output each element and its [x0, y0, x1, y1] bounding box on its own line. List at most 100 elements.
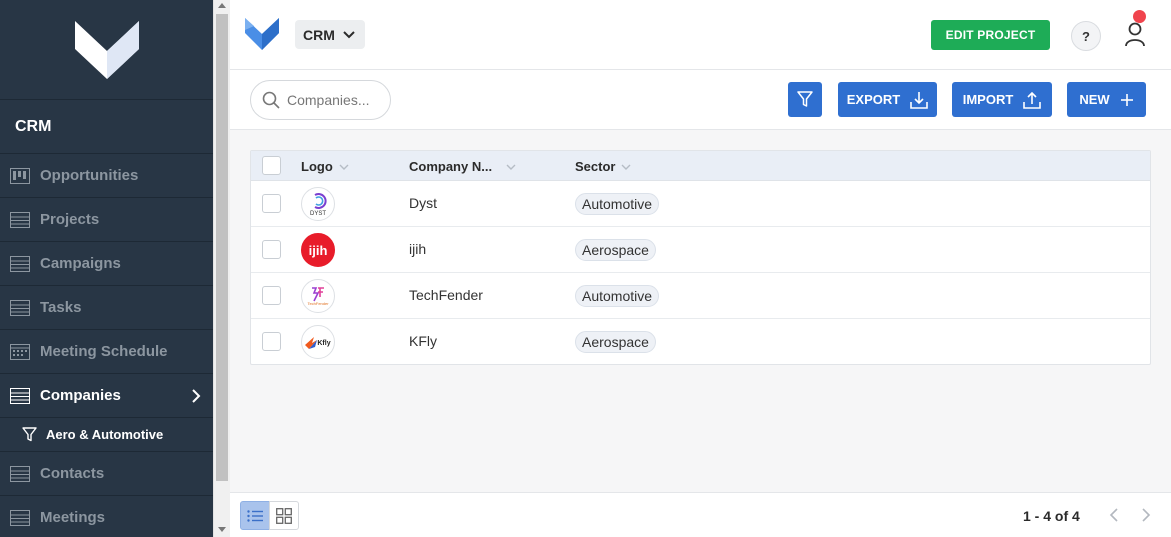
logo-text: DYST — [310, 211, 326, 217]
table-icon — [10, 211, 30, 228]
table-icon — [10, 509, 30, 526]
column-header-logo[interactable]: Logo — [301, 159, 349, 174]
grid-view-icon — [276, 507, 292, 524]
sidebar-item-label: Campaigns — [40, 255, 121, 272]
column-header-label: Logo — [301, 159, 333, 174]
user-icon[interactable] — [1123, 22, 1147, 53]
logo-text: ijih — [308, 242, 328, 258]
footer: 1 - 4 of 4 — [230, 492, 1171, 537]
project-select[interactable]: CRM — [295, 20, 365, 49]
scroll-up-arrow-icon[interactable] — [218, 3, 226, 8]
sidebar-item-tasks[interactable]: Tasks — [0, 286, 213, 330]
sort-chevron-icon — [506, 164, 516, 170]
sidebar-item-contacts[interactable]: Contacts — [0, 452, 213, 496]
sidebar-item-campaigns[interactable]: Campaigns — [0, 242, 213, 286]
sidebar-item-label: Companies — [40, 387, 121, 404]
table-row[interactable]: Kfly KFly Aerospace — [251, 319, 1150, 365]
sector-tag: Automotive — [575, 285, 660, 307]
company-name: Dyst — [409, 195, 437, 211]
column-header-company-name[interactable]: Company N... — [409, 159, 516, 174]
scrollbar-thumb[interactable] — [216, 14, 228, 481]
select-all-checkbox[interactable] — [262, 156, 281, 175]
sector-tag: Automotive — [575, 193, 660, 215]
fox-logo-icon[interactable] — [244, 17, 280, 56]
sidebar-scrollbar[interactable] — [213, 0, 230, 537]
help-button[interactable]: ? — [1071, 21, 1101, 51]
companies-table: Logo Company N... Sector DYST Dyst Autom… — [250, 150, 1151, 365]
search-input[interactable] — [287, 92, 382, 108]
kanban-icon — [10, 167, 30, 184]
company-logo-techfender: TechFender — [301, 279, 335, 313]
chevron-down-icon — [343, 30, 355, 38]
column-header-label: Company N... — [409, 159, 493, 174]
filter-icon — [797, 91, 813, 107]
edit-project-button[interactable]: EDIT PROJECT — [931, 20, 1050, 50]
sidebar-item-label: Meetings — [40, 509, 106, 526]
table-row[interactable]: ijih ijih Aerospace — [251, 227, 1150, 273]
export-button[interactable]: EXPORT — [838, 82, 937, 117]
company-logo-dyst: DYST — [301, 187, 335, 221]
sidebar-item-companies[interactable]: Companies — [0, 374, 213, 418]
company-name: ijih — [409, 241, 427, 257]
next-page-icon[interactable] — [1141, 507, 1151, 528]
sidebar-item-label: Tasks — [40, 299, 82, 316]
column-header-sector[interactable]: Sector — [575, 159, 631, 174]
row-checkbox[interactable] — [262, 286, 281, 305]
calendar-icon — [10, 343, 30, 360]
table-row[interactable]: TechFender TechFender Automotive — [251, 273, 1150, 319]
table-icon — [10, 465, 30, 482]
new-button[interactable]: NEW — [1067, 82, 1146, 117]
import-label: IMPORT — [962, 92, 1014, 107]
project-select-value: CRM — [303, 26, 335, 43]
company-logo-ijih: ijih — [301, 233, 335, 267]
sort-chevron-icon — [621, 164, 631, 170]
table-icon — [10, 299, 30, 316]
app-logo[interactable] — [0, 0, 213, 100]
plus-icon — [1120, 93, 1133, 106]
scroll-down-arrow-icon[interactable] — [218, 527, 226, 532]
search-box[interactable] — [250, 80, 391, 120]
top-bar: CRM EDIT PROJECT ? — [230, 0, 1171, 70]
sidebar-item-projects[interactable]: Projects — [0, 198, 213, 242]
sidebar-item-opportunities[interactable]: Opportunities — [0, 154, 213, 198]
table-icon — [10, 255, 30, 272]
toolbar: EXPORT IMPORT NEW — [230, 70, 1171, 130]
download-icon — [910, 91, 929, 109]
previous-page-icon[interactable] — [1109, 507, 1119, 528]
sector-tag: Aerospace — [575, 331, 656, 353]
sidebar-title: CRM — [0, 100, 213, 154]
chevron-right-icon[interactable] — [191, 388, 201, 408]
search-icon — [262, 91, 280, 109]
table-icon — [10, 387, 30, 404]
export-label: EXPORT — [846, 92, 901, 107]
sort-chevron-icon — [339, 164, 349, 170]
list-view-button[interactable] — [240, 501, 270, 530]
row-checkbox[interactable] — [262, 332, 281, 351]
sidebar: CRM Opportunities Projects Campaigns Tas… — [0, 0, 213, 537]
sidebar-item-label: Meeting Schedule — [40, 343, 168, 360]
row-checkbox[interactable] — [262, 240, 281, 259]
logo-text: TechFender — [307, 301, 329, 306]
sidebar-item-meetings[interactable]: Meetings — [0, 496, 213, 537]
new-label: NEW — [1079, 92, 1110, 107]
company-name: KFly — [409, 333, 437, 349]
table-row[interactable]: DYST Dyst Automotive — [251, 181, 1150, 227]
sidebar-item-label: Projects — [40, 211, 100, 228]
upload-icon — [1023, 91, 1042, 109]
import-button[interactable]: IMPORT — [952, 82, 1052, 117]
logo-text: Kfly — [317, 340, 330, 347]
table-header: Logo Company N... Sector — [251, 151, 1150, 181]
column-header-label: Sector — [575, 159, 616, 174]
sidebar-item-label: Contacts — [40, 465, 105, 482]
row-checkbox[interactable] — [262, 194, 281, 213]
filter-icon — [22, 427, 37, 442]
sector-tag: Aerospace — [575, 239, 656, 261]
sidebar-item-meeting-schedule[interactable]: Meeting Schedule — [0, 330, 213, 374]
sidebar-subitem-aero-automotive[interactable]: Aero & Automotive — [0, 418, 213, 452]
sidebar-subitem-label: Aero & Automotive — [46, 427, 164, 442]
filter-button[interactable] — [788, 82, 822, 117]
list-view-icon — [247, 509, 263, 522]
grid-view-button[interactable] — [269, 501, 299, 530]
sidebar-item-label: Opportunities — [40, 167, 139, 184]
pagination-info: 1 - 4 of 4 — [1023, 508, 1080, 524]
